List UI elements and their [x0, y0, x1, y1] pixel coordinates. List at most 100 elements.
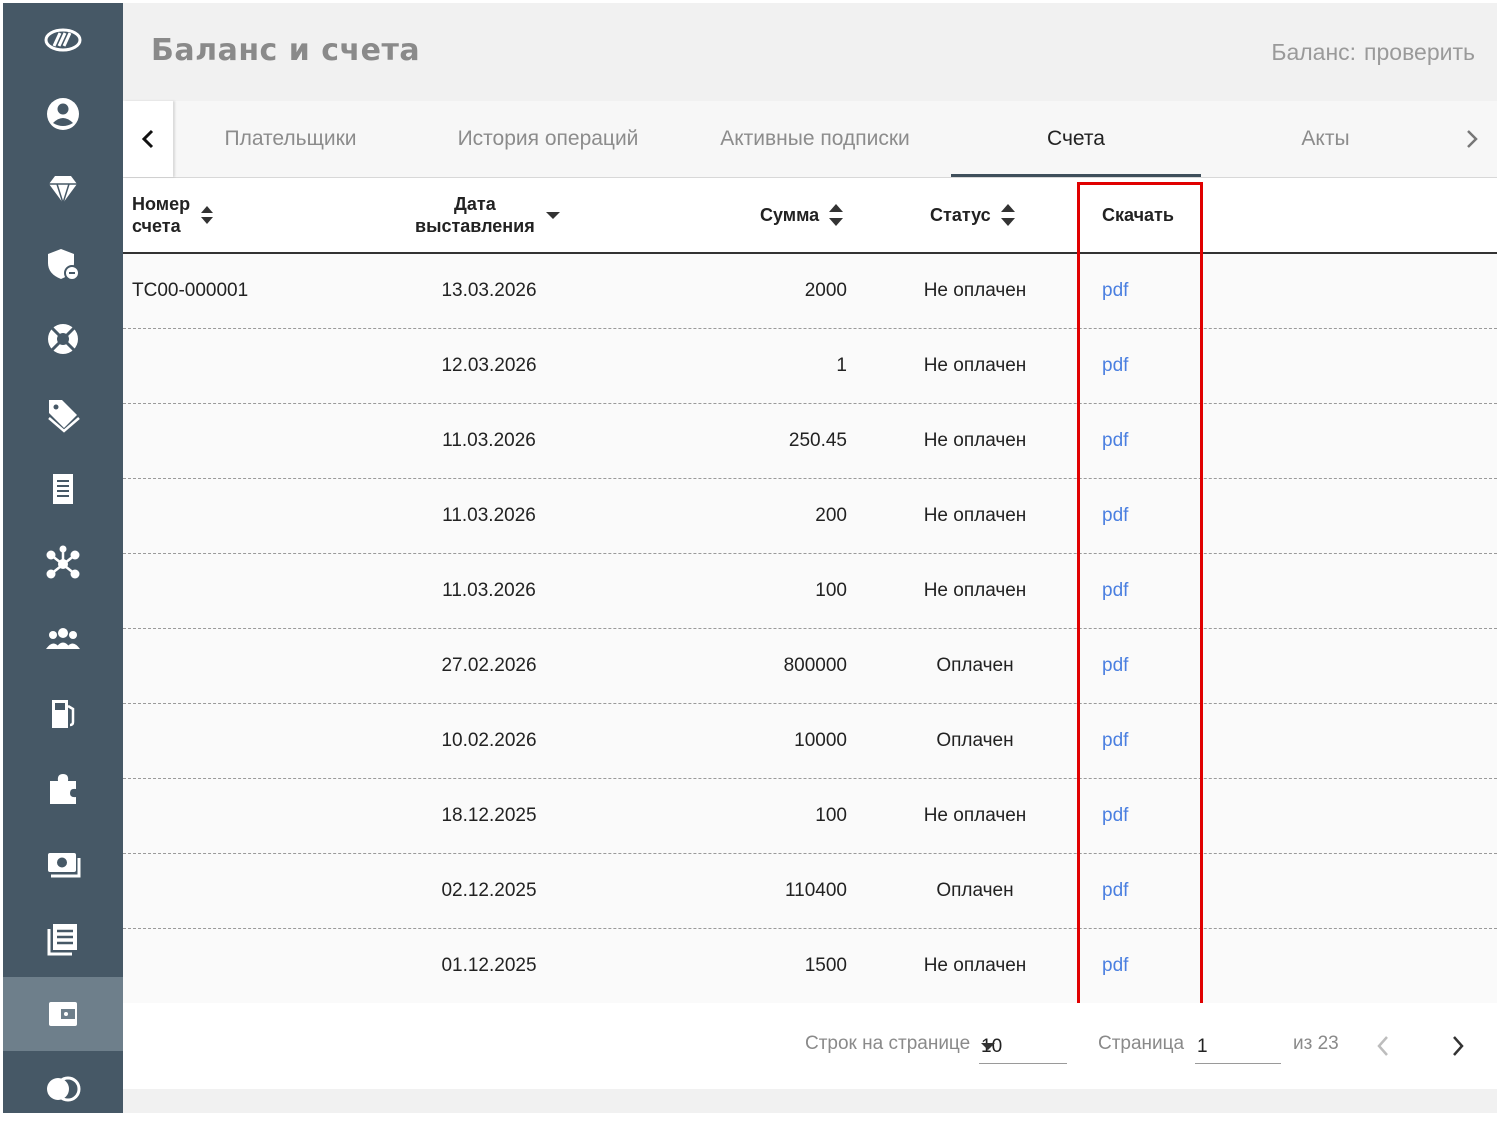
sort-both-icon [201, 206, 214, 224]
puzzle-icon[interactable] [3, 752, 123, 826]
invoice-sum: 250.45 [788, 430, 847, 451]
sort-desc-icon [545, 212, 560, 219]
users-icon[interactable] [3, 602, 123, 676]
pdf-download-link[interactable]: pdf [1102, 854, 1128, 928]
column-sum[interactable]: Сумма [760, 178, 844, 252]
table-row: 11.03.2026 100 Не оплачен pdf [123, 554, 1497, 629]
footer-strip [123, 1089, 1497, 1113]
table-row: 11.03.2026 250.45 Не оплачен pdf [123, 404, 1497, 479]
network-icon[interactable] [3, 527, 123, 601]
prev-page-button[interactable] [1368, 1031, 1398, 1061]
invoice-sum: 100 [815, 580, 847, 601]
rows-per-page-select[interactable]: 10 [979, 1029, 1067, 1064]
invoice-sum: 2000 [804, 280, 847, 301]
circles-icon[interactable] [3, 1052, 123, 1126]
page-number-value: 1 [1197, 1036, 1208, 1057]
pdf-download-link[interactable]: pdf [1102, 704, 1128, 778]
pdf-download-link[interactable]: pdf [1102, 479, 1128, 553]
tab-payers[interactable]: Плательщики [183, 101, 398, 177]
tabs-next-button[interactable] [1447, 101, 1497, 177]
column-download: Скачать [1102, 178, 1174, 252]
invoice-sum: 200 [815, 505, 847, 526]
next-page-button[interactable] [1443, 1031, 1473, 1061]
column-number[interactable]: Номер счета [132, 178, 214, 252]
sort-both-icon [1000, 204, 1015, 226]
invoice-status: Не оплачен [923, 355, 1027, 376]
money-icon[interactable] [3, 827, 123, 901]
tab-acts[interactable]: Акты [1233, 101, 1418, 177]
column-date-line1: Дата [454, 194, 496, 214]
table-row: 12.03.2026 1 Не оплачен pdf [123, 329, 1497, 404]
logo-icon[interactable] [3, 3, 123, 77]
chevron-left-icon [141, 129, 154, 149]
chevron-right-icon [1453, 1036, 1464, 1056]
balance-check-link[interactable]: проверить [1364, 39, 1475, 65]
column-download-label: Скачать [1102, 205, 1174, 225]
sort-both-icon [829, 204, 844, 226]
page-label: Страница [1098, 1033, 1185, 1054]
pdf-download-link[interactable]: pdf [1102, 404, 1128, 478]
invoice-status: Не оплачен [923, 280, 1027, 301]
table-header: Номер счета Дата выставления Сумма Статус … [123, 178, 1497, 254]
pdf-download-link[interactable]: pdf [1102, 554, 1128, 628]
invoice-status: Оплачен [936, 655, 1014, 676]
invoice-sum: 1 [836, 355, 847, 376]
pdf-download-link[interactable]: pdf [1102, 629, 1128, 703]
column-sum-label: Сумма [760, 205, 820, 225]
user-icon[interactable] [3, 77, 123, 151]
tab-invoices[interactable]: Счета [951, 101, 1201, 177]
receipt-icon[interactable] [3, 452, 123, 526]
pdf-download-link[interactable]: pdf [1102, 779, 1128, 853]
invoice-date: 27.02.2026 [441, 655, 537, 676]
invoice-status: Не оплачен [923, 505, 1027, 526]
page-title: Баланс и счета [151, 33, 421, 68]
invoice-sum: 10000 [794, 730, 847, 751]
diamond-icon[interactable] [3, 152, 123, 226]
pdf-download-link[interactable]: pdf [1102, 254, 1128, 328]
invoice-date: 12.03.2026 [441, 355, 537, 376]
lifebuoy-icon[interactable] [3, 302, 123, 376]
table-row: 11.03.2026 200 Не оплачен pdf [123, 479, 1497, 554]
tags-icon[interactable] [3, 377, 123, 451]
chevron-left-icon [1377, 1036, 1388, 1056]
pdf-download-link[interactable]: pdf [1102, 929, 1128, 1003]
page-number-input[interactable]: 1 [1195, 1029, 1281, 1064]
table-row: ТС00-000001 13.03.2026 2000 Не оплачен p… [123, 254, 1497, 329]
invoice-date: 18.12.2025 [441, 805, 537, 826]
table-row: 01.12.2025 1500 Не оплачен pdf [123, 929, 1497, 1004]
chevron-right-icon [1467, 130, 1478, 148]
shield-icon[interactable] [3, 227, 123, 301]
column-number-line1: Номер [132, 194, 191, 214]
table-row: 27.02.2026 800000 Оплачен pdf [123, 629, 1497, 704]
tab-subscriptions[interactable]: Активные подписки [701, 101, 929, 177]
invoice-date: 02.12.2025 [441, 880, 537, 901]
pagination: Строк на странице 10 Страница 1 из 23 [123, 1003, 1497, 1089]
invoice-status: Не оплачен [923, 805, 1027, 826]
invoice-sum: 800000 [783, 655, 847, 676]
tabs-prev-button[interactable] [123, 101, 173, 177]
rows-per-page-label: Строк на странице [805, 1033, 971, 1054]
invoice-sum: 1500 [804, 955, 847, 976]
column-date[interactable]: Дата выставления [415, 178, 561, 252]
table-row: 02.12.2025 110400 Оплачен pdf [123, 854, 1497, 929]
invoice-date: 01.12.2025 [441, 955, 537, 976]
list-icon[interactable] [3, 902, 123, 976]
wallet-icon[interactable] [3, 977, 123, 1051]
invoice-status: Оплачен [936, 880, 1014, 901]
column-date-line2: выставления [415, 216, 535, 236]
balance-label: Баланс: [1271, 39, 1357, 65]
invoices-table: Номер счета Дата выставления Сумма Статус … [123, 178, 1497, 1004]
pdf-download-link[interactable]: pdf [1102, 329, 1128, 403]
tab-bar: Плательщики История операций Активные по… [123, 101, 1497, 178]
chevron-down-icon [981, 1043, 995, 1050]
invoice-date: 11.03.2026 [442, 580, 536, 601]
column-status[interactable]: Статус [930, 178, 1015, 252]
invoice-sum: 110400 [785, 880, 847, 901]
invoice-number: ТС00-000001 [132, 280, 249, 301]
fuel-icon[interactable] [3, 677, 123, 751]
invoice-status: Оплачен [936, 730, 1014, 751]
tab-history[interactable]: История операций [433, 101, 663, 177]
invoice-date: 11.03.2026 [442, 505, 536, 526]
balance-info: Баланс: проверить [1271, 39, 1475, 66]
table-row: 18.12.2025 100 Не оплачен pdf [123, 779, 1497, 854]
